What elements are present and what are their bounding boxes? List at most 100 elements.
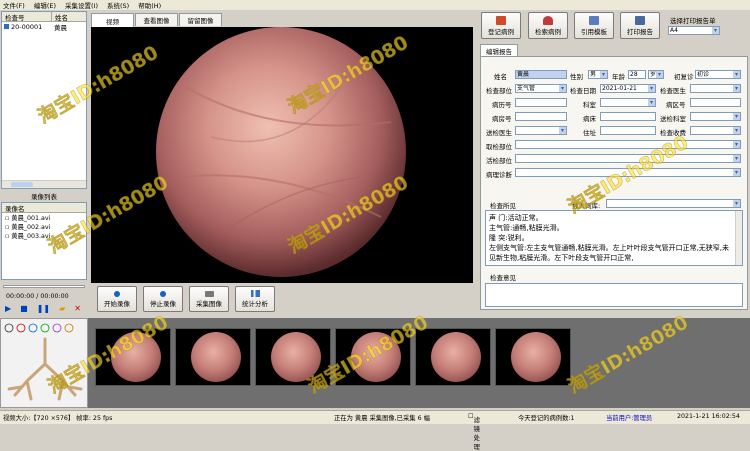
stats-icon: [250, 290, 260, 297]
start-record-button[interactable]: 开始录像: [97, 286, 137, 312]
today-count: 今天登记的病例数:1: [518, 415, 575, 422]
pathology-label: 病理诊断: [486, 171, 512, 179]
menu-system[interactable]: 系统(S): [107, 0, 129, 10]
video-display[interactable]: [91, 27, 473, 283]
address-label: 住址: [583, 129, 596, 137]
tab-video[interactable]: 视频: [91, 13, 134, 27]
send-doctor-label: 送检医生: [486, 129, 512, 137]
doctor-select[interactable]: [690, 84, 741, 93]
endoscope-view: [156, 27, 406, 277]
col-video-name[interactable]: 录像名: [2, 203, 25, 213]
video-list: 录像名 ▫ 黄晨_001.avi ▫ 黄晨_002.avi ▫ 黄晨_003.a…: [1, 202, 87, 280]
name-input[interactable]: 黄晨: [515, 70, 567, 79]
camera-icon: [204, 290, 214, 297]
case-label: 病历号: [492, 101, 512, 109]
address-input[interactable]: [600, 126, 656, 135]
age-label: 年龄: [612, 73, 625, 81]
print-report-button[interactable]: 打印报告: [620, 12, 660, 39]
stop-record-icon: [160, 290, 166, 297]
thumbnail-1[interactable]: [95, 328, 171, 386]
findings-line-3: 隆 突:锐利。: [489, 234, 529, 242]
pathology-select[interactable]: [515, 168, 741, 177]
tab-edit-report[interactable]: 编辑报告: [480, 44, 518, 56]
findings-textarea[interactable]: 声 门:活动正常。 主气管:通畅,粘膜光滑。 隆 突:锐利。 左侧支气管:左主支…: [485, 210, 743, 266]
menu-capture-settings[interactable]: 采集设置(I): [65, 0, 98, 10]
bronchus-tree-icon: [4, 323, 83, 401]
current-user: 当前用户:管理员: [606, 415, 653, 422]
list-scrollbar[interactable]: [2, 180, 86, 188]
menu-help[interactable]: 帮助(H): [138, 0, 161, 10]
capture-image-button[interactable]: 采集图像: [189, 286, 229, 312]
play-icon[interactable]: ▶: [5, 304, 11, 313]
patient-name: 黄晨: [54, 23, 67, 32]
thumbnail-6[interactable]: [495, 328, 571, 386]
opinion-label: 检查意见: [490, 274, 516, 282]
col-name[interactable]: 姓名: [52, 12, 68, 22]
part-select[interactable]: 支气管: [515, 84, 567, 93]
case-input[interactable]: [515, 98, 567, 107]
print-template-label: 选择打印报告单: [670, 17, 716, 25]
playback-time: 00:00:00 / 00:00:00: [6, 293, 69, 300]
age-input[interactable]: 28: [628, 70, 646, 79]
name-label: 姓名: [494, 73, 507, 81]
register-case-button[interactable]: 登记病例: [481, 12, 521, 39]
folder-icon[interactable]: ▰: [59, 304, 65, 313]
print-template-select[interactable]: A4: [668, 26, 720, 35]
video-list-title: 录像列表: [31, 193, 57, 201]
video-file-2[interactable]: ▫ 黄晨_002.avi: [2, 222, 86, 231]
dept-label: 科室: [583, 101, 596, 109]
send-doctor-select[interactable]: [515, 126, 567, 135]
search-case-button[interactable]: 检索病例: [528, 12, 568, 39]
playback-slider[interactable]: [3, 285, 85, 288]
bronchial-diagram[interactable]: [0, 318, 88, 408]
findings-scrollbar[interactable]: [735, 211, 742, 265]
pause-icon[interactable]: ❚❚: [37, 304, 50, 313]
opinion-textarea[interactable]: [485, 283, 743, 307]
video-file-3[interactable]: ▫ 黄晨_003.avi: [2, 231, 86, 240]
filter-checkbox[interactable]: ☐ 滤镜处理: [468, 413, 480, 451]
patient-id: 20-00001: [11, 22, 43, 31]
datetime: 2021-1-21 16:02:54: [677, 413, 740, 420]
tab-saved-images[interactable]: 留留图像: [179, 13, 222, 26]
thumbnail-5[interactable]: [415, 328, 491, 386]
insert-words-select[interactable]: [606, 199, 741, 208]
fee-select[interactable]: [690, 126, 741, 135]
sample-part-label: 取检部位: [486, 143, 512, 151]
menu-edit[interactable]: 编辑(E): [34, 0, 56, 10]
bed-input[interactable]: [600, 112, 656, 121]
menu-bar: 文件(F) 编辑(E) 采集设置(I) 系统(S) 帮助(H): [0, 0, 750, 10]
search-icon: [543, 15, 553, 25]
patient-icon: [4, 24, 9, 29]
thumbnail-2[interactable]: [175, 328, 251, 386]
capture-status: 正在为 黄晨 采集图像,已采集 6 幅: [334, 415, 430, 422]
sex-select[interactable]: 男: [588, 70, 608, 79]
patient-list: 检查号 姓名 20-00001 黄晨: [1, 11, 87, 189]
inpatient-input[interactable]: [515, 112, 567, 121]
stop-record-button[interactable]: 停止录像: [143, 286, 183, 312]
patient-row[interactable]: 20-00001 黄晨: [2, 22, 86, 32]
video-file-1[interactable]: ▫ 黄晨_001.avi: [2, 213, 86, 222]
thumbnail-4[interactable]: [335, 328, 411, 386]
ward-input[interactable]: [690, 98, 741, 107]
send-dept-select[interactable]: [690, 112, 741, 121]
template-button[interactable]: 引用模板: [574, 12, 614, 39]
menu-file[interactable]: 文件(F): [3, 0, 25, 10]
col-exam-no[interactable]: 检查号: [2, 11, 52, 22]
part-label: 检查部位: [486, 87, 512, 95]
inpatient-label: 病房号: [492, 115, 512, 123]
record-icon: [114, 290, 120, 297]
stop-icon[interactable]: ■: [20, 304, 28, 313]
sample-part-select[interactable]: [515, 140, 741, 149]
dept-select[interactable]: [600, 98, 656, 107]
template-icon: [589, 15, 599, 25]
visit-select[interactable]: 初诊: [695, 70, 741, 79]
report-panel: [480, 56, 748, 310]
thumbnail-3[interactable]: [255, 328, 331, 386]
date-picker[interactable]: 2021-01-21: [600, 84, 656, 93]
age-unit-select[interactable]: 岁: [648, 70, 664, 79]
printer-icon: [635, 15, 645, 25]
delete-icon[interactable]: ✕: [74, 304, 81, 313]
tab-view-images[interactable]: 查看图像: [135, 13, 178, 26]
biopsy-select[interactable]: [515, 154, 741, 163]
statistics-button[interactable]: 统计分析: [235, 286, 275, 312]
